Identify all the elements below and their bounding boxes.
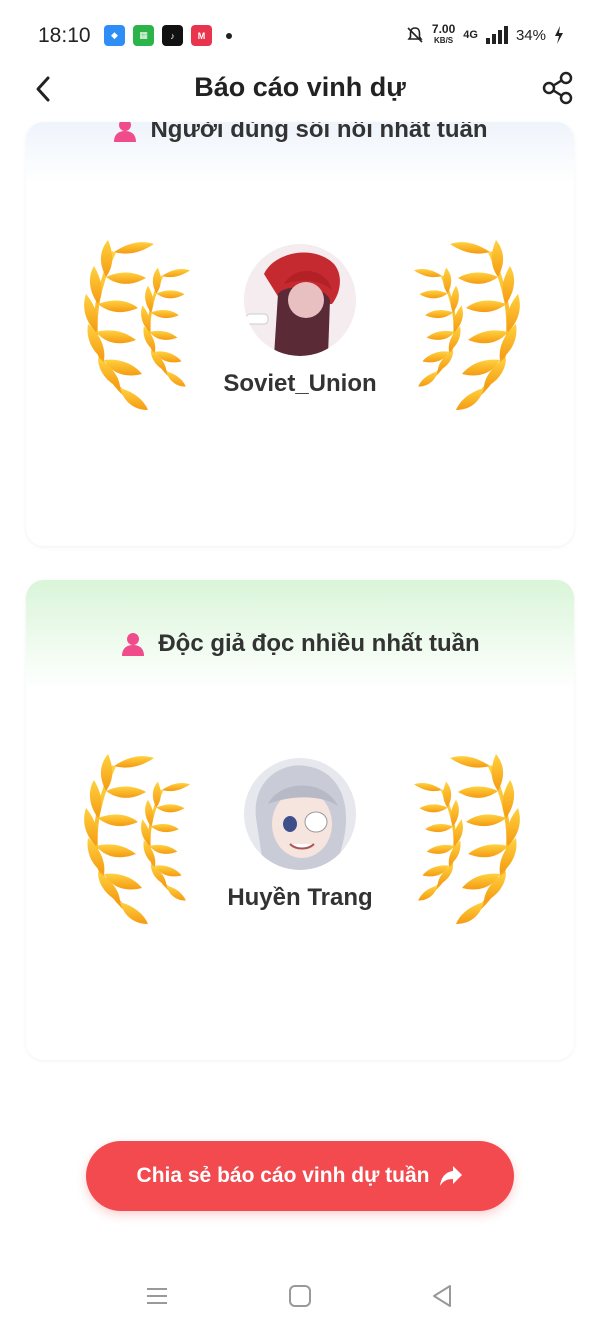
top-reader-card: Độc giả đọc nhiều nhất tuần Huyền Trang (26, 580, 574, 1060)
system-status: 7.00 KB/S 4G 34% (406, 22, 564, 46)
card-heading-text: Người dùng sôi nổi nhất tuần (150, 122, 488, 143)
app-icon-green: ▦ (133, 25, 154, 46)
username[interactable]: Huyền Trang (26, 884, 574, 912)
net-speed-unit: KB/S (434, 36, 454, 45)
app-icon-blue: ◆ (104, 25, 125, 46)
mangatoon-icon: M (191, 25, 212, 46)
share-arrow-icon (440, 1166, 463, 1186)
clock: 18:10 (38, 24, 91, 47)
more-notifications-dot (226, 32, 232, 39)
avatar[interactable] (244, 244, 356, 356)
menu-icon[interactable] (143, 1282, 171, 1310)
active-user-card: Người dùng sôi nổi nhất tuần Soviet_Unio… (26, 122, 574, 546)
charging-icon (555, 26, 563, 44)
avatar-image (244, 758, 356, 870)
user-icon (114, 122, 137, 142)
page-title: Báo cáo vinh dự (194, 72, 406, 102)
notification-icons: ◆ ▦ ♪ M (104, 25, 232, 46)
share-icon[interactable] (540, 70, 576, 106)
card-heading: Người dùng sôi nổi nhất tuần (26, 122, 574, 144)
user-icon (122, 633, 145, 656)
share-button-label: Chia sẻ báo cáo vinh dự tuần (136, 1164, 430, 1187)
network-type: 4G (463, 29, 478, 41)
system-nav-bar (0, 1258, 600, 1333)
net-speed: 7.00 KB/S (431, 22, 456, 46)
signal-icon (485, 26, 508, 44)
avatar-image (244, 244, 356, 356)
card-heading-text: Độc giả đọc nhiều nhất tuần (158, 630, 480, 657)
back-triangle-icon[interactable] (428, 1282, 456, 1310)
avatar[interactable] (244, 758, 356, 870)
top-bar: Báo cáo vinh dự (0, 62, 600, 118)
battery-level: 34% (515, 26, 546, 44)
home-icon[interactable] (286, 1282, 314, 1310)
username[interactable]: Soviet_Union (26, 370, 574, 398)
net-speed-value: 7.00 (431, 22, 456, 36)
share-report-button[interactable]: Chia sẻ báo cáo vinh dự tuần (86, 1141, 514, 1211)
card-heading: Độc giả đọc nhiều nhất tuần (26, 630, 574, 658)
tiktok-icon: ♪ (162, 25, 183, 46)
mute-bell-icon (407, 27, 423, 43)
